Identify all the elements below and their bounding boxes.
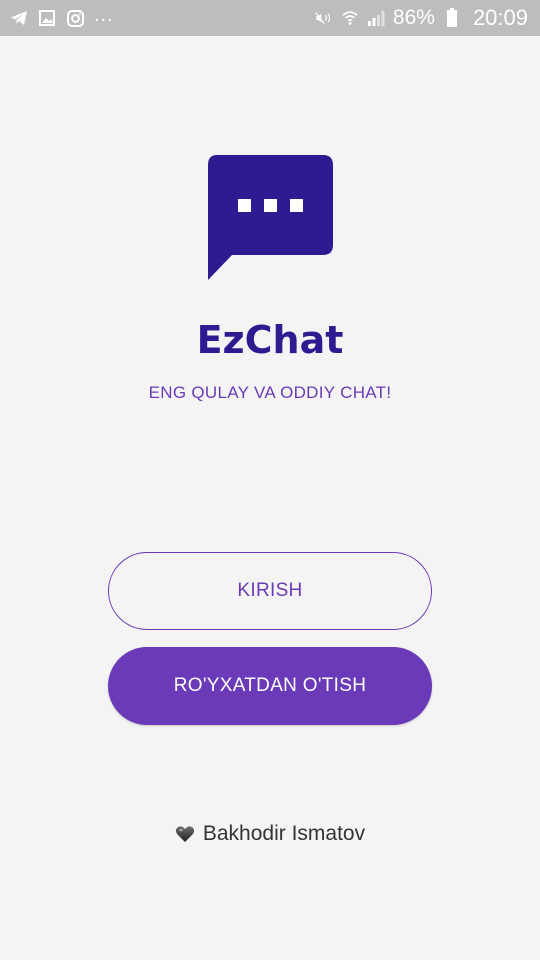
status-bar: ... 86% 20:09	[0, 0, 540, 36]
signal-icon	[367, 9, 385, 27]
author-name: Bakhodir Ismatov	[202, 822, 366, 845]
app-tagline: ENG QULAY VA ODDIY CHAT!	[148, 383, 392, 402]
telegram-icon	[10, 9, 28, 27]
author-credit: Bakhodir Ismatov	[0, 822, 540, 846]
login-button-label: KIRISH	[237, 580, 303, 601]
battery-percent: 86%	[392, 6, 435, 29]
gallery-icon	[38, 9, 56, 27]
instagram-icon	[66, 9, 84, 27]
status-bar-right: 86% 20:09	[315, 0, 528, 36]
battery-icon	[443, 8, 461, 27]
heart-icon	[175, 824, 195, 844]
more-notifications-indicator: ...	[94, 4, 114, 26]
clock: 20:09	[472, 5, 528, 30]
status-bar-left: ...	[10, 0, 114, 36]
mute-icon	[315, 9, 333, 27]
login-button[interactable]: KIRISH	[108, 552, 432, 630]
chat-bubble-icon	[207, 155, 333, 281]
register-button-label: RO'YXATDAN O'TISH	[173, 675, 367, 696]
app-title: EzChat	[196, 318, 344, 362]
register-button[interactable]: RO'YXATDAN O'TISH	[108, 647, 432, 725]
wifi-icon	[341, 9, 359, 27]
